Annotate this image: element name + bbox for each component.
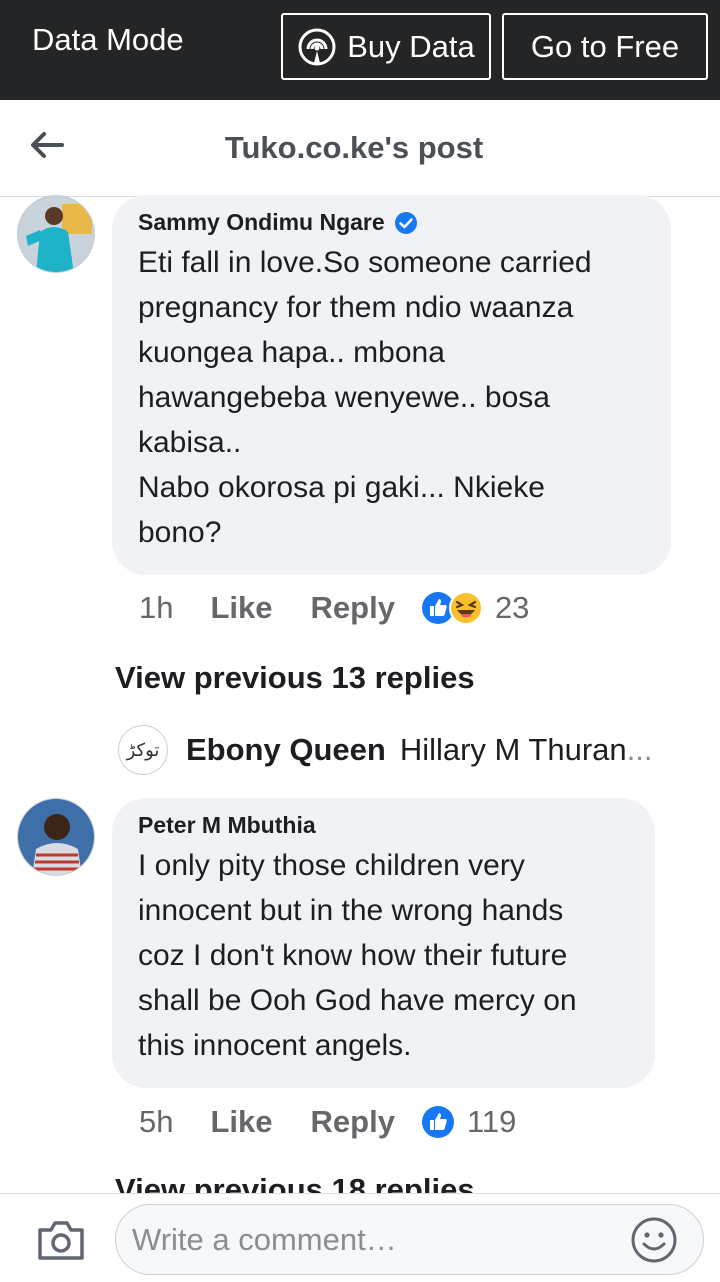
haha-reaction-icon — [448, 591, 483, 625]
data-mode-banner: Data Mode Buy Data Go to Free — [0, 0, 720, 100]
comment-actions: 5h Like Reply 119 — [139, 1104, 516, 1140]
go-to-free-label: Go to Free — [530, 28, 680, 64]
comment-bubble: Peter M Mbuthia I only pity those childr… — [112, 798, 655, 1088]
comment-author-name[interactable]: Sammy Ondimu Ngare — [138, 209, 385, 236]
reply-preview[interactable]: توكڑ Ebony Queen Hillary M Thuran ... — [118, 725, 678, 775]
avatar[interactable] — [17, 798, 95, 876]
comment-input[interactable] — [115, 1204, 704, 1275]
broadcast-icon — [297, 27, 337, 67]
data-mode-title: Data Mode — [32, 22, 184, 57]
reaction-count: 23 — [494, 590, 530, 625]
view-previous-replies-link[interactable]: View previous 13 replies — [115, 660, 475, 696]
buy-data-label: Buy Data — [347, 28, 475, 64]
post-header: Tuko.co.ke's post — [0, 100, 720, 197]
comment-bubble: Sammy Ondimu Ngare Eti fall in love.So s… — [112, 195, 671, 575]
page-title: Tuko.co.ke's post — [224, 130, 484, 165]
comment-author[interactable]: Sammy Ondimu Ngare — [138, 209, 645, 236]
reply-button[interactable]: Reply — [311, 590, 395, 626]
emoji-icon[interactable] — [630, 1216, 678, 1264]
comment-time[interactable]: 5h — [139, 1104, 173, 1140]
comment-text: I only pity those children very innocent… — [138, 849, 577, 1062]
comment-author[interactable]: Peter M Mbuthia — [138, 812, 629, 839]
comment-actions: 1h Like Reply 23 — [139, 590, 529, 626]
reply-button[interactable]: Reply — [311, 1104, 395, 1140]
comment-author-name[interactable]: Peter M Mbuthia — [138, 812, 316, 839]
reply-author-name[interactable]: Ebony Queen — [186, 732, 386, 768]
camera-icon[interactable] — [36, 1218, 86, 1262]
reply-avatar[interactable]: توكڑ — [118, 725, 168, 775]
comment-text: Eti fall in love.So someone carried preg… — [138, 246, 592, 549]
reply-snippet: Hillary M Thuran — [399, 732, 627, 767]
reaction-count: 119 — [466, 1104, 517, 1139]
avatar[interactable] — [17, 195, 95, 273]
like-button[interactable]: Like — [210, 1104, 272, 1140]
like-button[interactable]: Like — [210, 590, 272, 626]
comment-composer — [0, 1193, 720, 1282]
reactions-summary[interactable]: 119 — [421, 1104, 516, 1140]
like-reaction-icon — [421, 1105, 455, 1139]
reactions-summary[interactable]: 23 — [421, 590, 529, 626]
verified-badge-icon — [394, 211, 418, 235]
buy-data-button[interactable]: Buy Data — [281, 13, 491, 80]
comment-time[interactable]: 1h — [139, 590, 173, 626]
go-to-free-button[interactable]: Go to Free — [502, 13, 708, 80]
reply-ellipsis: ... — [626, 732, 653, 767]
